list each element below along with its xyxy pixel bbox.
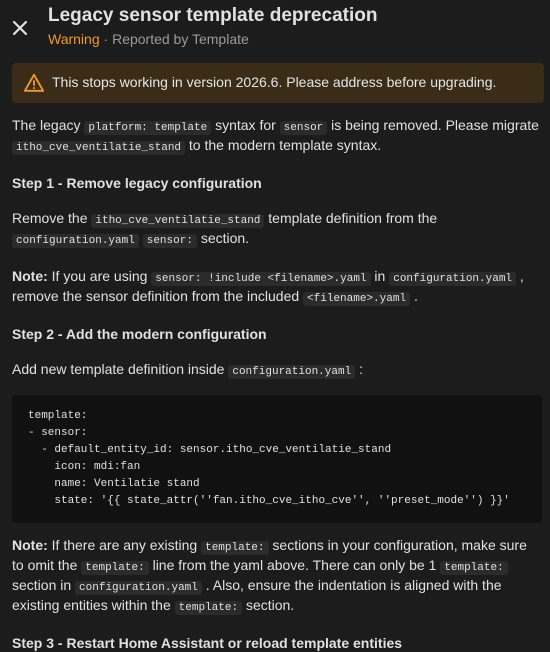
- reporter-label: Reported by Template: [112, 31, 249, 47]
- severity-label: Warning: [48, 31, 100, 47]
- step2-heading: Step 2 - Add the modern configuration: [12, 326, 267, 342]
- step2-paragraph: Add new template definition inside confi…: [12, 361, 363, 379]
- warning-alert: This stops working in version 2026.6. Pl…: [12, 63, 544, 103]
- inline-code: itho_cve_ventilatie_stand: [91, 214, 265, 228]
- alert-text: This stops working in version 2026.6. Pl…: [52, 74, 497, 90]
- subtitle-separator: ·: [99, 31, 113, 47]
- inline-code: template:: [201, 541, 269, 555]
- yaml-code-block[interactable]: template: - sensor: - default_entity_id:…: [12, 395, 542, 523]
- inline-code: configuration.yaml: [228, 365, 356, 379]
- issue-description: The legacy platform: template syntax for…: [12, 117, 542, 652]
- inline-code: configuration.yaml: [75, 581, 202, 595]
- inline-code: configuration.yaml: [389, 272, 517, 286]
- inline-code: platform: template: [84, 121, 212, 135]
- dialog-title: Legacy sensor template deprecation: [48, 5, 378, 26]
- close-icon: [12, 20, 28, 36]
- close-button[interactable]: [8, 16, 32, 40]
- warning-icon: [23, 73, 45, 92]
- step1-note: Note: If you are using sensor: !include …: [12, 268, 524, 306]
- dialog-subtitle: Warning · Reported by Template: [48, 31, 249, 47]
- inline-code: sensor:: [142, 234, 197, 248]
- note-label: Note:: [12, 268, 48, 284]
- step1-heading: Step 1 - Remove legacy configuration: [12, 175, 262, 191]
- inline-code: <filename>.yaml: [303, 292, 411, 306]
- inline-code: sensor: !include <filename>.yaml: [151, 272, 371, 286]
- step3-heading: Step 3 - Restart Home Assistant or reloa…: [12, 635, 403, 651]
- step2-note: Note: If there are any existing template…: [12, 537, 527, 615]
- inline-code: template:: [174, 601, 243, 615]
- inline-code: template:: [440, 561, 508, 575]
- step1-paragraph: Remove the itho_cve_ventilatie_stand tem…: [12, 210, 438, 248]
- note-label: Note:: [12, 537, 48, 553]
- dialog-header: Legacy sensor template deprecation Warni…: [0, 0, 550, 58]
- inline-code: template:: [81, 561, 149, 575]
- inline-code: configuration.yaml: [12, 234, 139, 248]
- inline-code: itho_cve_ventilatie_stand: [12, 141, 186, 155]
- intro-paragraph: The legacy platform: template syntax for…: [12, 117, 539, 155]
- inline-code: sensor: [279, 121, 328, 135]
